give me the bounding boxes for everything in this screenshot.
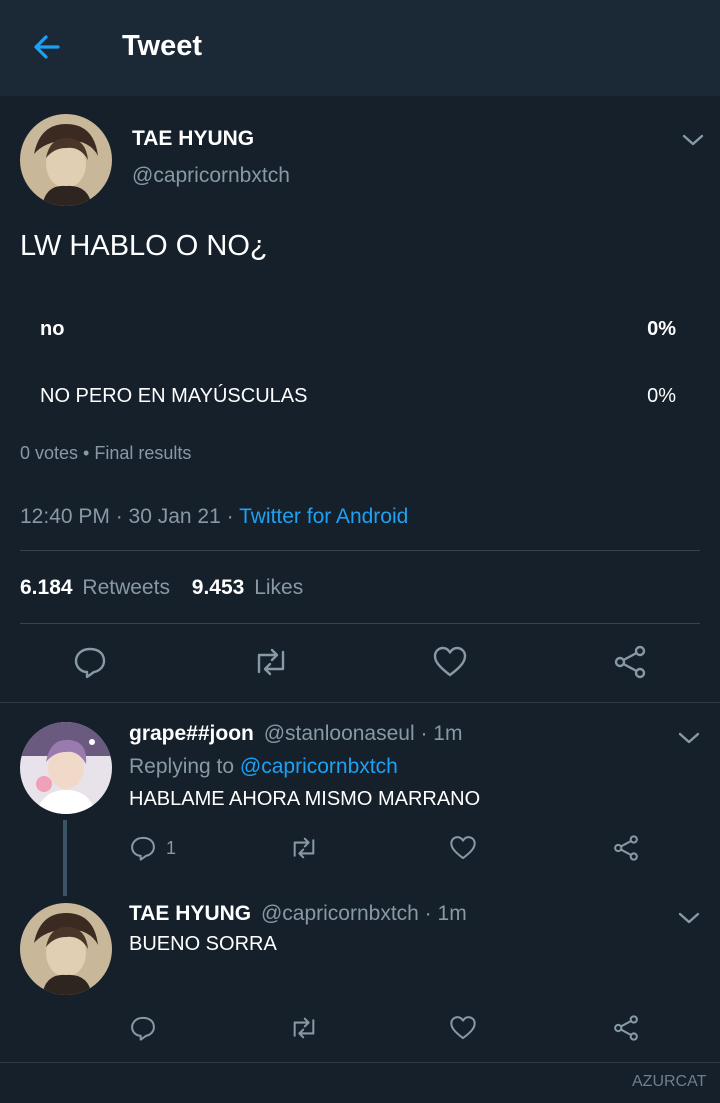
reply-header: TAE HYUNG @capricornbxtch · 1m	[129, 902, 467, 926]
like-icon[interactable]	[432, 644, 468, 680]
divider	[0, 1062, 720, 1063]
reply-author-handle[interactable]: @stanloonaseul · 1m	[264, 722, 463, 745]
poll-option-percent: 0%	[647, 318, 676, 340]
poll-option: no 0%	[40, 318, 680, 341]
app-header: Tweet	[0, 0, 720, 96]
like-icon[interactable]	[449, 834, 477, 862]
replying-to-link[interactable]: @capricornbxtch	[240, 755, 398, 778]
reply-icon[interactable]	[129, 1014, 157, 1042]
poll-option: NO PERO EN MAYÚSCULAS 0%	[40, 385, 680, 408]
poll-option-label: NO PERO EN MAYÚSCULAS	[40, 385, 308, 407]
reply-icon[interactable]	[129, 834, 157, 862]
reply-author-name[interactable]: grape##joon	[129, 722, 254, 745]
divider	[20, 623, 700, 624]
reply-avatar[interactable]	[20, 722, 112, 814]
divider	[0, 702, 720, 703]
tweet-stats: 6.184 Retweets 9.453 Likes	[20, 576, 303, 600]
poll-option-percent: 0%	[647, 385, 676, 407]
watermark: AZURCAT	[632, 1073, 707, 1090]
retweet-icon[interactable]	[288, 834, 320, 862]
tweet-text: LW HABLO O NO¿	[20, 230, 268, 262]
reply-header: grape##joon @stanloonaseul · 1m	[129, 722, 462, 746]
reply-author-name[interactable]: TAE HYUNG	[129, 902, 251, 925]
divider	[20, 550, 700, 551]
poll-summary: 0 votes • Final results	[20, 443, 192, 463]
author-avatar[interactable]	[20, 114, 112, 206]
poll-option-label: no	[40, 318, 65, 340]
reply-avatar[interactable]	[20, 903, 112, 995]
tweet-time: 12:40 PM · 30 Jan 21 ·	[20, 505, 240, 528]
chevron-down-icon[interactable]	[681, 132, 705, 148]
reply-text: BUENO SORRA	[129, 933, 277, 955]
retweets-label[interactable]: Retweets	[82, 576, 170, 599]
reply-count: 1	[166, 838, 177, 858]
replying-to: Replying to @capricornbxtch	[129, 755, 398, 779]
chevron-down-icon[interactable]	[677, 730, 701, 746]
thread-line	[63, 820, 67, 896]
retweet-icon[interactable]	[251, 644, 291, 680]
author-handle[interactable]: @capricornbxtch	[132, 164, 290, 188]
share-icon[interactable]	[612, 1014, 640, 1042]
tweet-source-link[interactable]: Twitter for Android	[239, 505, 408, 528]
share-icon[interactable]	[612, 644, 648, 680]
reply-author-handle[interactable]: @capricornbxtch · 1m	[261, 902, 467, 925]
replying-to-label: Replying to	[129, 755, 240, 778]
likes-count[interactable]: 9.453	[192, 576, 245, 599]
tweet-timestamp: 12:40 PM · 30 Jan 21 · Twitter for Andro…	[20, 505, 408, 529]
retweets-count[interactable]: 6.184	[20, 576, 73, 599]
reply-icon[interactable]	[72, 644, 108, 680]
retweet-icon[interactable]	[288, 1014, 320, 1042]
like-icon[interactable]	[449, 1014, 477, 1042]
likes-label[interactable]: Likes	[254, 576, 303, 599]
chevron-down-icon[interactable]	[677, 910, 701, 926]
share-icon[interactable]	[612, 834, 640, 862]
arrow-left-icon[interactable]	[30, 30, 64, 64]
author-name[interactable]: TAE HYUNG	[132, 127, 254, 151]
page-title: Tweet	[122, 30, 203, 62]
reply-text: HABLAME AHORA MISMO MARRANO	[129, 788, 481, 810]
